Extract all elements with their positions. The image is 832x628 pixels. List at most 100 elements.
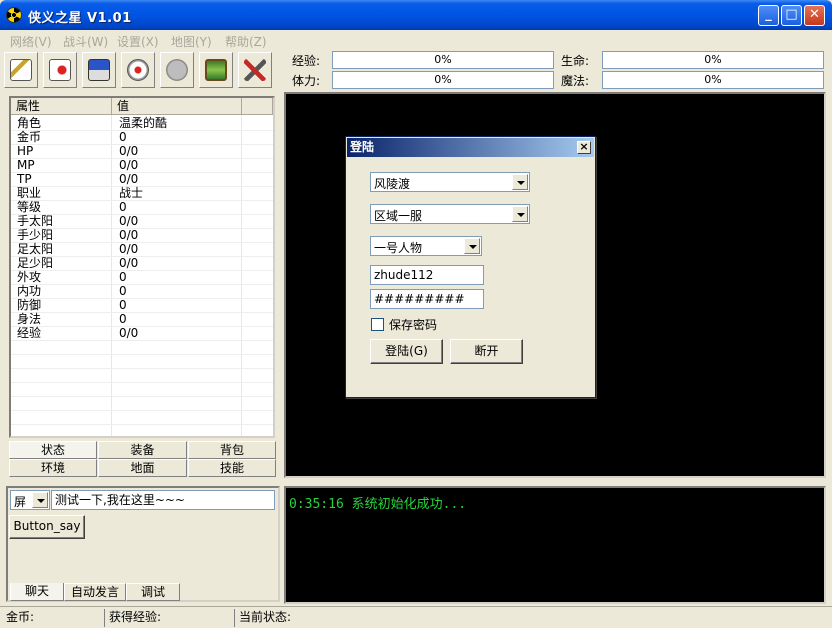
character-value: 一号人物 [374, 241, 423, 255]
tool-computer-button[interactable] [82, 52, 116, 88]
tool-battle-button[interactable] [43, 52, 77, 88]
menu-battle[interactable]: 战斗(W) [63, 33, 108, 50]
server-select[interactable]: 风陵渡 [370, 172, 530, 192]
property-key: 角色 [17, 116, 42, 130]
tab-debug[interactable]: 调试 [126, 583, 180, 601]
property-value: 0/0 [119, 172, 139, 186]
property-value: 0/0 [119, 228, 139, 242]
property-value: 0/0 [119, 326, 139, 340]
tab-environment[interactable]: 环境 [9, 459, 97, 477]
property-key: 手太阳 [17, 214, 54, 228]
table-row[interactable]: 内功 0 [11, 285, 273, 299]
property-header: 属性 值 [11, 98, 273, 115]
channel-select[interactable]: 屏 [10, 490, 50, 510]
property-list[interactable]: 属性 值 角色 温柔的酷 金币 0 HP 0/0 MP 0/0 TP 0/0 职业 战士 等级 0 手太阳 0… [9, 96, 275, 438]
table-row[interactable] [11, 411, 273, 425]
menu-map[interactable]: 地图(Y) [171, 33, 212, 50]
table-row[interactable]: 外攻 0 [11, 271, 273, 285]
chevron-down-icon[interactable] [464, 238, 480, 254]
save-password-checkbox[interactable] [371, 318, 384, 331]
table-row[interactable] [11, 425, 273, 436]
zone-select[interactable]: 区域一服 [370, 204, 530, 224]
table-row[interactable] [11, 383, 273, 397]
minimize-button[interactable]: _ [758, 5, 779, 26]
chat-panel: 屏 测试一下,我在这里~~~ Button_say [6, 486, 278, 586]
tab-auto-speak[interactable]: 自动发言 [64, 583, 126, 601]
table-row[interactable]: MP 0/0 [11, 159, 273, 173]
table-row[interactable]: 职业 战士 [11, 187, 273, 201]
menu-help[interactable]: 帮助(Z) [225, 33, 267, 50]
table-row[interactable]: 角色 温柔的酷 [11, 117, 273, 131]
username-input[interactable]: zhude112 [370, 265, 484, 285]
table-row[interactable] [11, 397, 273, 411]
tool-disabled-button[interactable] [160, 52, 194, 88]
title-bar[interactable]: 侠义之星 V1.01 _ □ ✕ [0, 0, 832, 30]
column-extra[interactable] [242, 98, 273, 115]
property-key: 手少阳 [17, 228, 54, 242]
menu-network[interactable]: 网络(V) [10, 33, 52, 50]
table-row[interactable]: 身法 0 [11, 313, 273, 327]
table-row[interactable] [11, 341, 273, 355]
table-row[interactable]: 手少阳 0/0 [11, 229, 273, 243]
tool-tools-button[interactable] [238, 52, 272, 88]
close-button[interactable]: ✕ [804, 5, 825, 26]
table-row[interactable] [11, 369, 273, 383]
tool-treasure-button[interactable] [199, 52, 233, 88]
tab-skills[interactable]: 技能 [188, 459, 276, 477]
zone-value: 区域一服 [374, 209, 423, 223]
property-value: 0/0 [119, 242, 139, 256]
disconnect-button[interactable]: 断开 [450, 339, 523, 364]
property-key: 等级 [17, 200, 42, 214]
say-button[interactable]: Button_say [9, 515, 85, 539]
maximize-button[interactable]: □ [781, 5, 802, 26]
stamina-label: 体力: [292, 74, 321, 88]
treasure-icon [205, 59, 227, 81]
login-close-button[interactable]: × [577, 141, 591, 154]
table-row[interactable]: 防御 0 [11, 299, 273, 313]
tool-connect-button[interactable] [4, 52, 38, 88]
menu-settings[interactable]: 设置(X) [117, 33, 159, 50]
tab-ground[interactable]: 地面 [98, 459, 187, 477]
property-key: 职业 [17, 186, 42, 200]
table-row[interactable]: 金币 0 [11, 131, 273, 145]
login-button[interactable]: 登陆(G) [370, 339, 443, 364]
password-input[interactable]: ######### [370, 289, 484, 309]
table-row[interactable]: 足太阳 0/0 [11, 243, 273, 257]
system-log[interactable]: 0:35:16 系统初始化成功... [284, 486, 826, 604]
server-value: 风陵渡 [374, 177, 411, 191]
property-key: MP [17, 158, 35, 172]
table-row[interactable]: TP 0/0 [11, 173, 273, 187]
tab-backpack[interactable]: 背包 [188, 441, 276, 459]
property-value: 0/0 [119, 256, 139, 270]
log-line: 0:35:16 系统初始化成功... [289, 497, 467, 512]
column-attr[interactable]: 属性 [11, 98, 112, 115]
table-row[interactable]: 经验 0/0 [11, 327, 273, 341]
login-dialog-title[interactable]: 登陆 × [347, 138, 594, 157]
property-value: 0/0 [119, 144, 139, 158]
chat-input[interactable]: 测试一下,我在这里~~~ [51, 490, 275, 510]
property-value: 0 [119, 270, 127, 284]
property-value: 0/0 [119, 158, 139, 172]
chevron-down-icon[interactable] [32, 492, 48, 508]
table-row[interactable]: 等级 0 [11, 201, 273, 215]
table-row[interactable] [11, 355, 273, 369]
tool-skill-button[interactable] [121, 52, 155, 88]
property-key: HP [17, 144, 34, 158]
property-key: 足太阳 [17, 242, 54, 256]
tab-chat[interactable]: 聊天 [10, 583, 64, 601]
chevron-down-icon[interactable] [512, 206, 528, 222]
tab-status[interactable]: 状态 [9, 441, 97, 459]
table-row[interactable]: 手太阳 0/0 [11, 215, 273, 229]
table-row[interactable]: 足少阳 0/0 [11, 257, 273, 271]
property-value: 0/0 [119, 214, 139, 228]
property-value: 0 [119, 284, 127, 298]
table-row[interactable]: HP 0/0 [11, 145, 273, 159]
property-key: 经验 [17, 326, 42, 340]
character-select[interactable]: 一号人物 [370, 236, 482, 256]
chevron-down-icon[interactable] [512, 174, 528, 190]
tab-equipment[interactable]: 装备 [98, 441, 187, 459]
property-key: TP [17, 172, 32, 186]
column-value[interactable]: 值 [112, 98, 242, 115]
channel-value: 屏 [14, 495, 27, 509]
status-exp-gained: 获得经验: [104, 609, 232, 627]
